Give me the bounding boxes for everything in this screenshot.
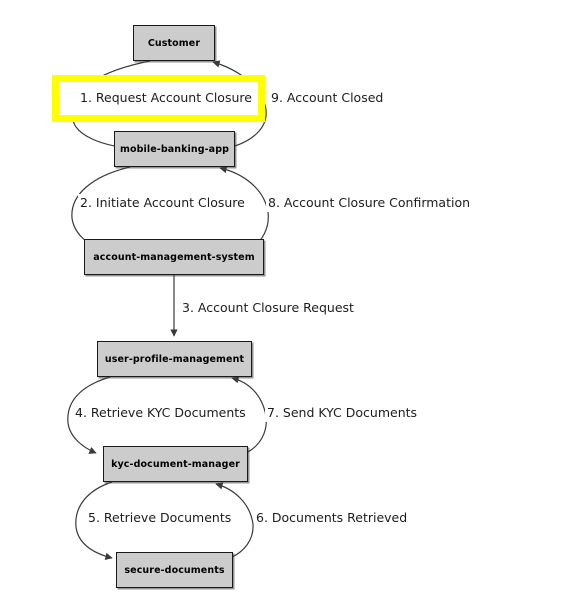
edge-label-6-documents-retrieved: 6. Documents Retrieved	[254, 509, 410, 527]
node-account-management-system-label: account-management-system	[93, 251, 255, 263]
node-account-management-system[interactable]: account-management-system	[84, 239, 264, 275]
node-customer-label: Customer	[147, 37, 201, 49]
node-user-profile-management-label: user-profile-management	[104, 353, 245, 365]
node-kyc-document-manager[interactable]: kyc-document-manager	[103, 446, 248, 482]
node-user-profile-management[interactable]: user-profile-management	[97, 341, 252, 377]
edge-label-1-request-account-closure-top: 1. Request Account Closure	[80, 90, 252, 105]
edge-label-2-initiate-account-closure: 2. Initiate Account Closure	[78, 194, 247, 212]
edge-label-8-account-closure-confirmation: 8. Account Closure Confirmation	[266, 194, 473, 212]
node-kyc-document-manager-label: kyc-document-manager	[111, 458, 240, 470]
edge-label-5-retrieve-documents: 5. Retrieve Documents	[86, 509, 234, 527]
edge-label-3-account-closure-request: 3. Account Closure Request	[180, 299, 356, 317]
edge-label-7-send-kyc-documents: 7. Send KYC Documents	[265, 404, 420, 422]
node-mobile-banking-app-label: mobile-banking-app	[120, 143, 229, 155]
node-secure-documents[interactable]: secure-documents	[116, 552, 233, 588]
node-customer[interactable]: Customer	[133, 25, 215, 61]
edge-label-9-account-closed: 9. Account Closed	[269, 89, 386, 107]
node-secure-documents-label: secure-documents	[124, 564, 225, 576]
node-mobile-banking-app[interactable]: mobile-banking-app	[114, 131, 235, 167]
edge-label-4-retrieve-kyc-documents: 4. Retrieve KYC Documents	[73, 404, 248, 422]
